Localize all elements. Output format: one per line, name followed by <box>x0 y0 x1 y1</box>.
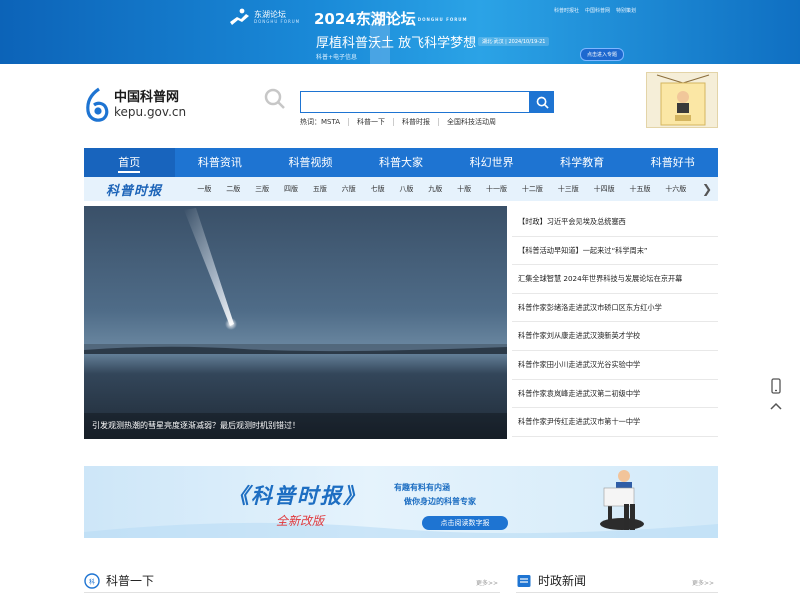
promo-tagline-2: 做你身边的科普专家 <box>404 497 476 506</box>
banner-year-sub: DONGHU FORUM <box>417 17 468 22</box>
banner-logo-sub: DONGHU FORUM <box>254 18 301 24</box>
section-divider <box>84 592 500 593</box>
featured-story[interactable]: 引发观测热潮的彗星亮度逐渐减弱？最后观测时机别错过！ <box>84 206 507 439</box>
edition-list: 一版 二版 三版 四版 五版 六版 七版 八版 九版 十版 十一版 十二版 十三… <box>190 184 702 194</box>
featured-story-caption[interactable]: 引发观测热潮的彗星亮度逐渐减弱？最后观测时机别错过！ <box>84 413 507 439</box>
section-divider <box>516 592 718 593</box>
nav-item-video[interactable]: 科普视频 <box>265 148 356 177</box>
headline-item[interactable]: 科普作家刘从康走进武汉澳新英才学校 <box>512 322 718 351</box>
banner-logo-text: 东湖论坛 <box>254 9 286 19</box>
hanging-sign-illustration <box>656 74 710 126</box>
page: 东湖论坛 DONGHU FORUM 2024东湖论坛 DONGHU FORUM 厚… <box>0 0 800 600</box>
reader-illustration <box>600 470 644 530</box>
floating-tools <box>770 378 782 410</box>
promo-title: 《科普时报》 <box>228 483 366 508</box>
edition-link[interactable]: 十四版 <box>594 184 615 194</box>
nav-item-label: 首页 <box>118 156 141 173</box>
section-title: 时政新闻 <box>538 574 587 588</box>
nav-item-books[interactable]: 科普好书 <box>627 148 718 177</box>
newspaper-promo-banner[interactable]: 《科普时报》 全新改版 有趣有料有内涵 做你身边的科普专家 点击阅读数字报 <box>84 466 718 538</box>
edition-link[interactable]: 十版 <box>457 184 471 194</box>
headline-item[interactable]: 【时政】习近平会见埃及总统塞西 <box>512 208 718 237</box>
hot-words-label[interactable]: 热词：MSTA <box>300 118 348 126</box>
edition-link[interactable]: 十三版 <box>558 184 579 194</box>
headline-item[interactable]: 汇集全球智慧 2024年世界科技与发展论坛在京开幕 <box>512 265 718 294</box>
section-header-politics: 时政新闻 <box>516 572 586 589</box>
kepu-logo-icon <box>86 87 109 122</box>
edition-link[interactable]: 八版 <box>399 184 413 194</box>
nav-item-experts[interactable]: 科普大家 <box>356 148 447 177</box>
site-logo[interactable]: 中国科普网 kepu.gov.cn <box>84 87 186 123</box>
promo-subtitle: 全新改版 <box>276 514 325 528</box>
section-title: 科普一下 <box>106 574 155 588</box>
section-more-link[interactable]: 更多>> <box>476 578 498 587</box>
edition-link[interactable]: 十一版 <box>486 184 507 194</box>
edition-link[interactable]: 十六版 <box>665 184 686 194</box>
news-section-icon <box>517 574 531 587</box>
logo-text-cn: 中国科普网 <box>114 90 180 105</box>
edition-link[interactable]: 三版 <box>255 184 269 194</box>
headline-item[interactable]: 科普作家袁岚峰走进武汉第二初级中学 <box>512 380 718 409</box>
headline-item[interactable]: 科普作家尹传红走进武汉市第十一中学 <box>512 408 718 437</box>
decorative-search-icon <box>264 88 285 109</box>
back-to-top-icon[interactable] <box>770 402 782 410</box>
banner-date: 湖北·武汉 | 2024/10/19-21 <box>478 37 550 46</box>
logo-text-en: kepu.gov.cn <box>114 105 187 119</box>
main-nav: 首页 科普资讯 科普视频 科普大家 科幻世界 科学教育 科普好书 <box>84 148 718 177</box>
section-header-kepu: 科 科普一下 <box>84 572 154 589</box>
edition-link[interactable]: 六版 <box>342 184 356 194</box>
banner-year-text: 2024东湖论坛 <box>314 10 416 28</box>
search-icon <box>536 96 549 109</box>
hot-words-row: 热词：MSTA 科普一下 科普时报 全国科技活动周 <box>300 118 504 126</box>
promo-tagline-1: 有趣有料有内涵 <box>394 483 450 492</box>
edition-link[interactable]: 二版 <box>226 184 240 194</box>
read-digital-paper-button[interactable]: 点击阅读数字报 <box>422 516 508 530</box>
nav-item-education[interactable]: 科学教育 <box>537 148 628 177</box>
banner-link[interactable]: 特别策划 <box>616 7 636 14</box>
banner-subtext: 科普+电子信息 <box>316 54 358 61</box>
edition-link[interactable]: 九版 <box>428 184 442 194</box>
kepu-section-icon: 科 <box>84 572 100 589</box>
edition-link[interactable]: 七版 <box>371 184 385 194</box>
headline-item[interactable]: 科普作家彭绪洛走进武汉市硚口区东方红小学 <box>512 294 718 323</box>
banner-link[interactable]: 中国科普网 <box>585 7 610 14</box>
banner-link[interactable]: 科普时报社 <box>554 7 579 14</box>
nav-item-home[interactable]: 首页 <box>84 148 175 177</box>
banner-slogan: 厚植科普沃土 放飞科学梦想 <box>316 36 477 51</box>
edition-link[interactable]: 五版 <box>313 184 327 194</box>
top-banner[interactable]: 东湖论坛 DONGHU FORUM 2024东湖论坛 DONGHU FORUM 厚… <box>0 0 800 64</box>
newspaper-brand[interactable]: 科普时报 <box>106 180 190 199</box>
side-promo-card[interactable] <box>646 72 718 128</box>
runner-icon <box>230 8 249 25</box>
section-more-link[interactable]: 更多>> <box>692 578 714 587</box>
hot-word-link[interactable]: 全国科技活动周 <box>438 118 504 126</box>
mobile-phone-icon[interactable] <box>771 378 781 394</box>
edition-link[interactable]: 四版 <box>284 184 298 194</box>
svg-text:科: 科 <box>89 578 95 586</box>
nav-item-scifi[interactable]: 科幻世界 <box>446 148 537 177</box>
banner-links: 科普时报社 中国科普网 特别策划 <box>554 7 636 14</box>
hot-word-link[interactable]: 科普一下 <box>348 118 393 126</box>
chevron-right-icon[interactable]: ❯ <box>702 182 712 196</box>
edition-link[interactable]: 十二版 <box>522 184 543 194</box>
search-input[interactable] <box>300 91 530 113</box>
nav-item-news[interactable]: 科普资讯 <box>175 148 266 177</box>
headline-list: 【时政】习近平会见埃及总统塞西 【科普活动早知道】一起来过“科学周末” 汇集全球… <box>512 208 718 437</box>
search-button[interactable] <box>530 91 554 113</box>
banner-year-title: 2024东湖论坛 DONGHU FORUM <box>314 8 468 29</box>
banner-logo: 东湖论坛 DONGHU FORUM <box>228 8 300 26</box>
edition-link[interactable]: 一版 <box>197 184 211 194</box>
headline-item[interactable]: 科普作家田小川走进武汉光谷实验中学 <box>512 351 718 380</box>
promo-decoration <box>84 470 718 538</box>
headline-item[interactable]: 【科普活动早知道】一起来过“科学周末” <box>512 237 718 266</box>
newspaper-edition-nav: 科普时报 一版 二版 三版 四版 五版 六版 七版 八版 九版 十版 十一版 十… <box>84 177 718 201</box>
comet-photo <box>84 208 507 354</box>
edition-link[interactable]: 十五版 <box>629 184 650 194</box>
hot-word-link[interactable]: 科普时报 <box>393 118 438 126</box>
banner-cta-button[interactable]: 点击进入专题 <box>580 48 625 61</box>
